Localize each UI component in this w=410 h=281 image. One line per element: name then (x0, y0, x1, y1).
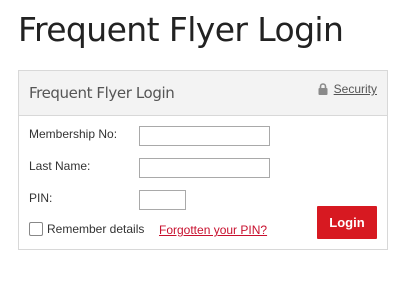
login-panel: Frequent Flyer Login Security Membership… (18, 70, 388, 250)
pin-input[interactable] (139, 190, 186, 210)
lock-icon (318, 83, 328, 95)
membership-label: Membership No: (29, 127, 118, 141)
forgot-pin-link[interactable]: Forgotten your PIN? (159, 223, 267, 237)
remember-details-option[interactable]: Remember details (29, 222, 144, 236)
panel-title: Frequent Flyer Login (29, 84, 175, 102)
panel-header: Frequent Flyer Login Security (19, 71, 387, 116)
remember-details-checkbox[interactable] (29, 222, 43, 236)
last-name-input[interactable] (139, 158, 270, 178)
last-name-label: Last Name: (29, 159, 91, 173)
login-button[interactable]: Login (317, 206, 377, 239)
security-link[interactable]: Security (318, 82, 377, 96)
security-link-label: Security (333, 82, 377, 96)
page-title: Frequent Flyer Login (18, 10, 344, 49)
membership-number-input[interactable] (139, 126, 270, 146)
pin-label: PIN: (29, 191, 53, 205)
remember-details-label: Remember details (47, 222, 145, 236)
